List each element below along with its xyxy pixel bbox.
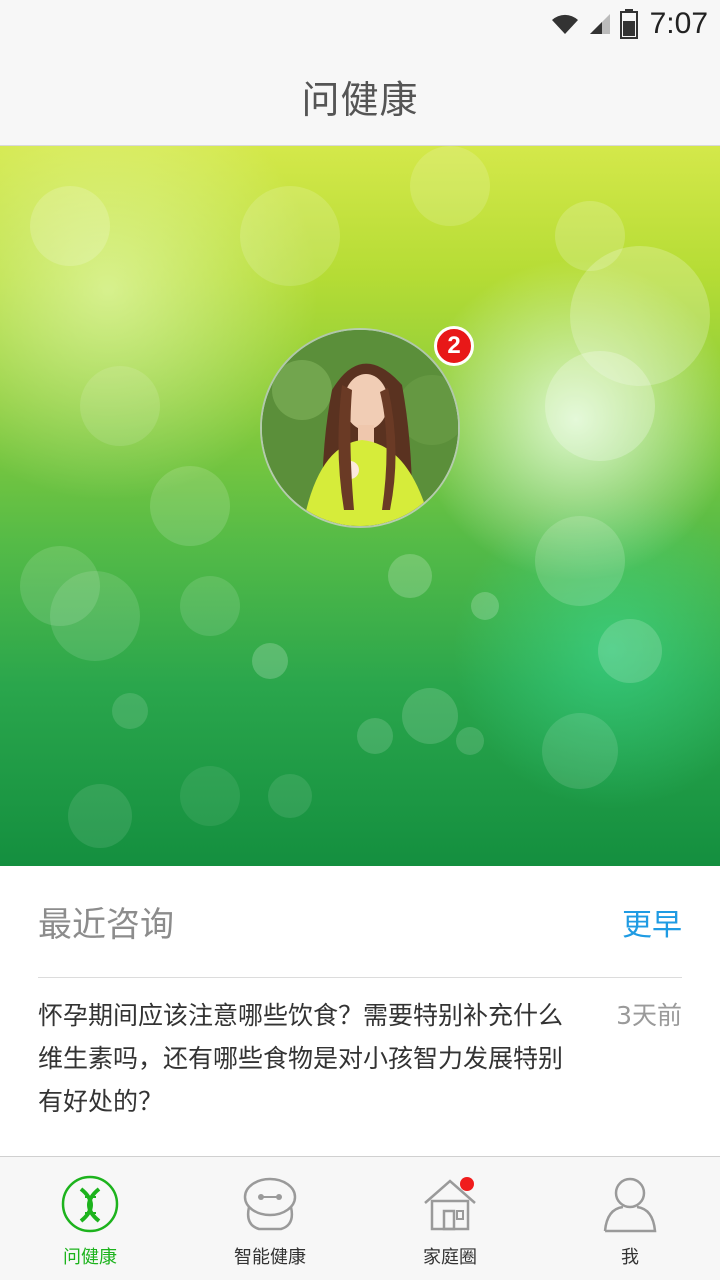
notification-dot bbox=[460, 1177, 474, 1191]
dna-icon bbox=[61, 1175, 119, 1237]
consult-time: 3天前 bbox=[616, 1001, 682, 1030]
user-avatar[interactable] bbox=[260, 328, 460, 528]
battery-icon bbox=[619, 9, 638, 39]
nav-item-ask-health[interactable]: 问健康 bbox=[0, 1157, 180, 1280]
signal-icon bbox=[588, 12, 612, 36]
status-bar: 7:07 bbox=[0, 0, 720, 48]
consult-question: 怀孕期间应该注意哪些饮食？需要特别补充什么维生素吗，还有哪些食物是对小孩智力发展… bbox=[38, 1001, 564, 1116]
person-icon bbox=[601, 1175, 659, 1237]
earlier-link[interactable]: 更早 bbox=[622, 900, 682, 944]
nav-item-me[interactable]: 我 bbox=[540, 1157, 720, 1280]
robot-icon bbox=[239, 1175, 301, 1237]
woman-portrait-image bbox=[262, 330, 458, 526]
app-screen: 7:07 问健康 2 最近咨询 更早 怀孕期间应该注意哪些饮食？需要特别补充什么… bbox=[0, 0, 720, 1280]
nav-label: 问健康 bbox=[63, 1247, 117, 1268]
nav-label: 我 bbox=[621, 1247, 639, 1268]
hero-banner: 2 bbox=[0, 146, 720, 866]
section-title: 最近咨询 bbox=[38, 905, 174, 945]
recent-consult-header: 最近咨询 更早 bbox=[38, 866, 682, 978]
nav-label: 家庭圈 bbox=[423, 1247, 477, 1268]
nav-item-smart-health[interactable]: 智能健康 bbox=[180, 1157, 360, 1280]
nav-label: 智能健康 bbox=[234, 1247, 306, 1268]
bottom-nav: 问健康 智能健康 家庭圈 我 bbox=[0, 1156, 720, 1280]
status-time: 7:07 bbox=[649, 7, 708, 40]
title-bar: 问健康 bbox=[0, 48, 720, 146]
page-title: 问健康 bbox=[301, 78, 419, 122]
nav-item-family-circle[interactable]: 家庭圈 bbox=[360, 1157, 540, 1280]
wifi-icon bbox=[550, 12, 580, 36]
notification-badge: 2 bbox=[434, 326, 474, 366]
list-item[interactable]: 怀孕期间应该注意哪些饮食？需要特别补充什么维生素吗，还有哪些食物是对小孩智力发展… bbox=[38, 994, 682, 1123]
